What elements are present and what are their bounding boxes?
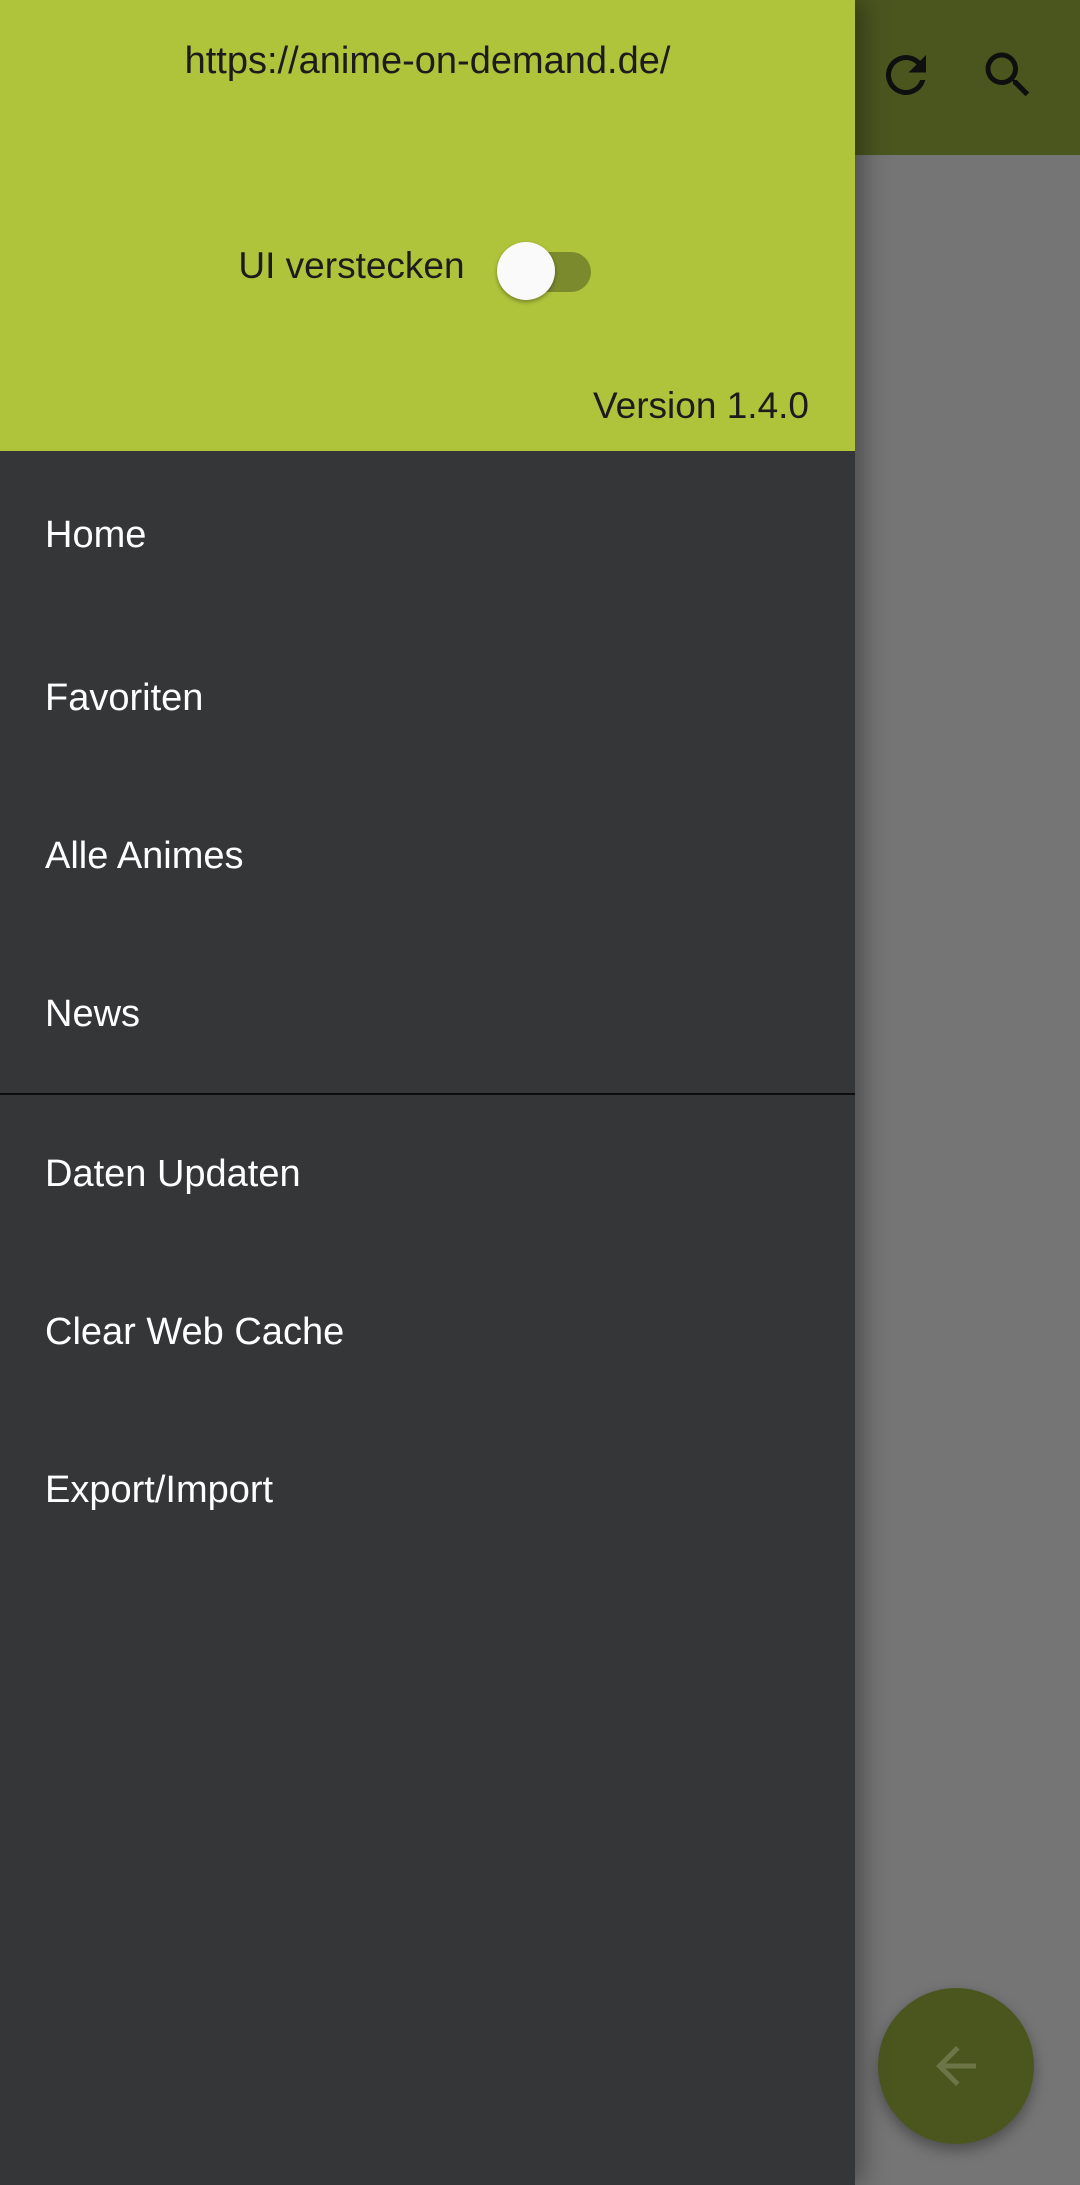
site-url: https://anime-on-demand.de/ — [184, 40, 671, 82]
arrow-back-icon — [936, 2046, 976, 2086]
drawer-menu: Home Favoriten Alle Animes News Daten Up… — [0, 451, 855, 1569]
menu-item-home[interactable]: Home — [0, 451, 855, 619]
menu-item-label: Export/Import — [45, 1468, 274, 1511]
menu-item-label: Clear Web Cache — [45, 1310, 345, 1353]
menu-item-label: Home — [45, 513, 147, 556]
hide-ui-toggle-row[interactable]: UI verstecken — [0, 236, 855, 300]
version-label: Version 1.4.0 — [593, 385, 809, 426]
menu-item-alle-animes[interactable]: Alle Animes — [0, 777, 855, 935]
switch-thumb — [496, 242, 555, 300]
search-button[interactable] — [968, 35, 1048, 115]
menu-item-label: Favoriten — [45, 676, 204, 719]
menu-item-news[interactable]: News — [0, 935, 855, 1093]
hide-ui-switch[interactable] — [496, 236, 597, 300]
hide-ui-label: UI verstecken — [238, 245, 465, 286]
drawer-header: https://anime-on-demand.de/ UI verstecke… — [0, 0, 855, 451]
menu-item-label: News — [45, 992, 141, 1035]
menu-item-export-import[interactable]: Export/Import — [0, 1411, 855, 1569]
menu-item-label: Alle Animes — [45, 834, 244, 877]
refresh-icon — [885, 54, 926, 95]
search-icon — [985, 52, 1030, 97]
menu-item-label: Daten Updaten — [45, 1152, 301, 1195]
back-fab-button[interactable] — [878, 1988, 1034, 2144]
navigation-drawer: https://anime-on-demand.de/ UI verstecke… — [0, 0, 855, 2185]
refresh-button[interactable] — [866, 35, 946, 115]
menu-item-clear-web-cache[interactable]: Clear Web Cache — [0, 1253, 855, 1411]
menu-item-favoriten[interactable]: Favoriten — [0, 619, 855, 777]
menu-item-daten-updaten[interactable]: Daten Updaten — [0, 1095, 855, 1253]
